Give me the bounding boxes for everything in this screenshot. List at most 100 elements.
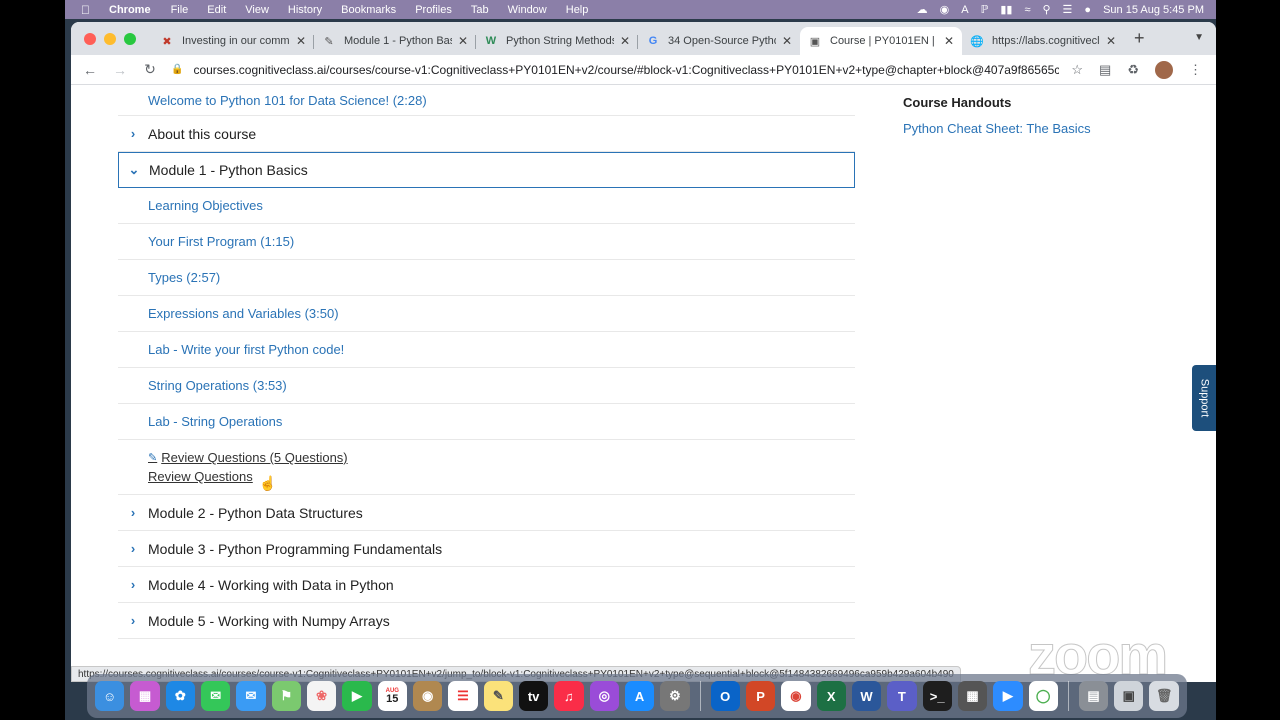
minimize-window-button[interactable] [104, 32, 116, 45]
launchpad-icon[interactable]: ▦ [130, 681, 160, 711]
powerpoint-icon[interactable]: P [745, 681, 776, 711]
podcasts-icon[interactable]: ◎ [589, 681, 619, 711]
mail-icon[interactable]: ✉ [236, 681, 266, 711]
spotlight-search-icon[interactable]: ⚲ [1042, 3, 1050, 16]
activity-ring-icon[interactable]: ◯ [1028, 681, 1058, 711]
support-button[interactable]: Support [1192, 365, 1216, 431]
cloud-icon[interactable]: ☁ [917, 3, 928, 16]
reminders-icon[interactable]: ☰ [448, 681, 478, 711]
trash-icon[interactable]: 🗑 [1149, 681, 1179, 711]
menu-history[interactable]: History [288, 4, 322, 16]
close-icon[interactable]: ✕ [944, 34, 954, 48]
chevron-down-icon: ⌄ [128, 162, 140, 177]
close-icon[interactable]: ✕ [1106, 34, 1116, 48]
unit-string-operations[interactable]: String Operations (3:53) [118, 368, 855, 404]
calculator-icon[interactable]: ▦ [957, 681, 988, 711]
record-icon[interactable]: ◉ [940, 3, 950, 16]
unit-lab-string-operations[interactable]: Lab - String Operations [118, 404, 855, 440]
profile-avatar[interactable] [1155, 60, 1173, 79]
word-icon[interactable]: W [851, 681, 882, 711]
forward-icon[interactable]: → [109, 62, 131, 78]
chrome-icon[interactable]: ◉ [781, 681, 811, 711]
terminal-icon[interactable]: >_ [922, 681, 952, 711]
zoom-window-button[interactable] [124, 32, 136, 45]
section-about[interactable]: › About this course [118, 116, 855, 152]
safari-icon[interactable]: ✿ [165, 681, 195, 711]
control-center-icon[interactable]: ☰ [1063, 3, 1073, 16]
teams-icon[interactable]: T [887, 681, 917, 711]
menu-view[interactable]: View [245, 4, 269, 16]
text-input-icon[interactable]: A [961, 4, 968, 16]
tab-open-source[interactable]: G 34 Open-Source Python ✕ [638, 27, 800, 55]
tab-search-icon[interactable]: ▼ [1194, 32, 1204, 43]
wifi-icon[interactable]: ≈ [1024, 4, 1030, 16]
menu-window[interactable]: Window [508, 4, 547, 16]
menu-edit[interactable]: Edit [207, 4, 226, 16]
menu-tab[interactable]: Tab [471, 4, 489, 16]
lock-icon[interactable]: 🔒 [171, 64, 183, 75]
messages-icon[interactable]: ✉ [200, 681, 231, 711]
menubar-clock[interactable]: Sun 15 Aug 5:45 PM [1103, 4, 1204, 16]
system-preferences-icon[interactable]: ⚙ [660, 681, 690, 711]
apple-icon[interactable]:  [81, 3, 93, 17]
appletv-icon[interactable]: tv [518, 681, 549, 711]
bookmark-star-icon[interactable]: ☆ [1071, 62, 1083, 78]
zoom-app-icon[interactable]: ▶ [993, 681, 1023, 711]
bluetooth-icon[interactable]: ℙ [981, 3, 989, 16]
battery-icon[interactable]: ▮▮ [1000, 3, 1012, 16]
notes-icon[interactable]: ✎ [483, 681, 513, 711]
close-icon[interactable]: ✕ [782, 34, 792, 48]
chevron-right-icon: › [130, 577, 136, 592]
photos-icon[interactable]: ❀ [306, 681, 337, 711]
review-questions-sublink[interactable]: Review Questions [148, 469, 855, 484]
downloads-folder-icon[interactable]: ▤ [1078, 681, 1109, 711]
reading-list-icon[interactable]: ▤ [1099, 62, 1111, 78]
close-window-button[interactable] [84, 32, 96, 45]
user-icon[interactable]: ● [1084, 4, 1091, 16]
menubar-app-name[interactable]: Chrome [109, 4, 151, 16]
unit-learning-objectives[interactable]: Learning Objectives [118, 188, 855, 224]
tab-string-methods[interactable]: W Python String Methods ✕ [476, 27, 638, 55]
reload-icon[interactable]: ↻ [139, 61, 161, 78]
calendar-icon[interactable]: AUG 15 [377, 681, 407, 711]
section-module-2[interactable]: › Module 2 - Python Data Structures [118, 495, 855, 531]
unit-first-program[interactable]: Your First Program (1:15) [118, 224, 855, 260]
unit-lab-first-code[interactable]: Lab - Write your first Python code! [118, 332, 855, 368]
excel-icon[interactable]: X [816, 681, 846, 711]
chrome-menu-icon[interactable]: ⋮ [1189, 62, 1202, 78]
intro-video-link[interactable]: Welcome to Python 101 for Data Science! … [118, 85, 855, 116]
unit-types[interactable]: Types (2:57) [118, 260, 855, 296]
outlook-icon[interactable]: O [710, 681, 740, 711]
back-icon[interactable]: ← [79, 62, 101, 78]
cheat-sheet-link[interactable]: Python Cheat Sheet: The Basics [903, 121, 1091, 136]
review-questions-link[interactable]: ✎ Review Questions (5 Questions) [148, 450, 855, 465]
section-module-4[interactable]: › Module 4 - Working with Data in Python [118, 567, 855, 603]
unit-expressions-variables[interactable]: Expressions and Variables (3:50) [118, 296, 855, 332]
address-bar[interactable]: 🔒 courses.cognitiveclass.ai/courses/cour… [171, 57, 1059, 83]
menu-profiles[interactable]: Profiles [415, 4, 452, 16]
finder-icon[interactable]: ☺ [95, 681, 125, 711]
section-module-1[interactable]: ⌄ Module 1 - Python Basics [118, 152, 855, 188]
tab-investing[interactable]: ✖ Investing in our commu ✕ [152, 27, 314, 55]
section-module-3[interactable]: › Module 3 - Python Programming Fundamen… [118, 531, 855, 567]
url-text: courses.cognitiveclass.ai/courses/course… [193, 62, 1060, 77]
close-icon[interactable]: ✕ [620, 34, 630, 48]
facetime-icon[interactable]: ▶ [342, 681, 372, 711]
tab-module1[interactable]: ✎ Module 1 - Python Basic ✕ [314, 27, 476, 55]
menu-bookmarks[interactable]: Bookmarks [341, 4, 396, 16]
menu-file[interactable]: File [171, 4, 189, 16]
course-handouts: Course Handouts Python Cheat Sheet: The … [903, 95, 1091, 138]
appstore-icon[interactable]: A [624, 681, 655, 711]
music-icon[interactable]: ♫ [554, 681, 584, 711]
tab-course[interactable]: ▣ Course | PY0101EN | Co ✕ [800, 27, 962, 55]
close-icon[interactable]: ✕ [296, 34, 306, 48]
extensions-icon[interactable]: ♻ [1127, 62, 1139, 78]
tab-labs[interactable]: 🌐 https://labs.cognitivecla ✕ [962, 27, 1124, 55]
maps-icon[interactable]: ⚑ [271, 681, 301, 711]
menu-help[interactable]: Help [566, 4, 589, 16]
recent-window-icon[interactable]: ▣ [1114, 681, 1144, 711]
section-module-5[interactable]: › Module 5 - Working with Numpy Arrays [118, 603, 855, 639]
new-tab-button[interactable]: + [1134, 28, 1145, 49]
contacts-icon[interactable]: ◉ [412, 681, 443, 711]
close-icon[interactable]: ✕ [458, 34, 468, 48]
